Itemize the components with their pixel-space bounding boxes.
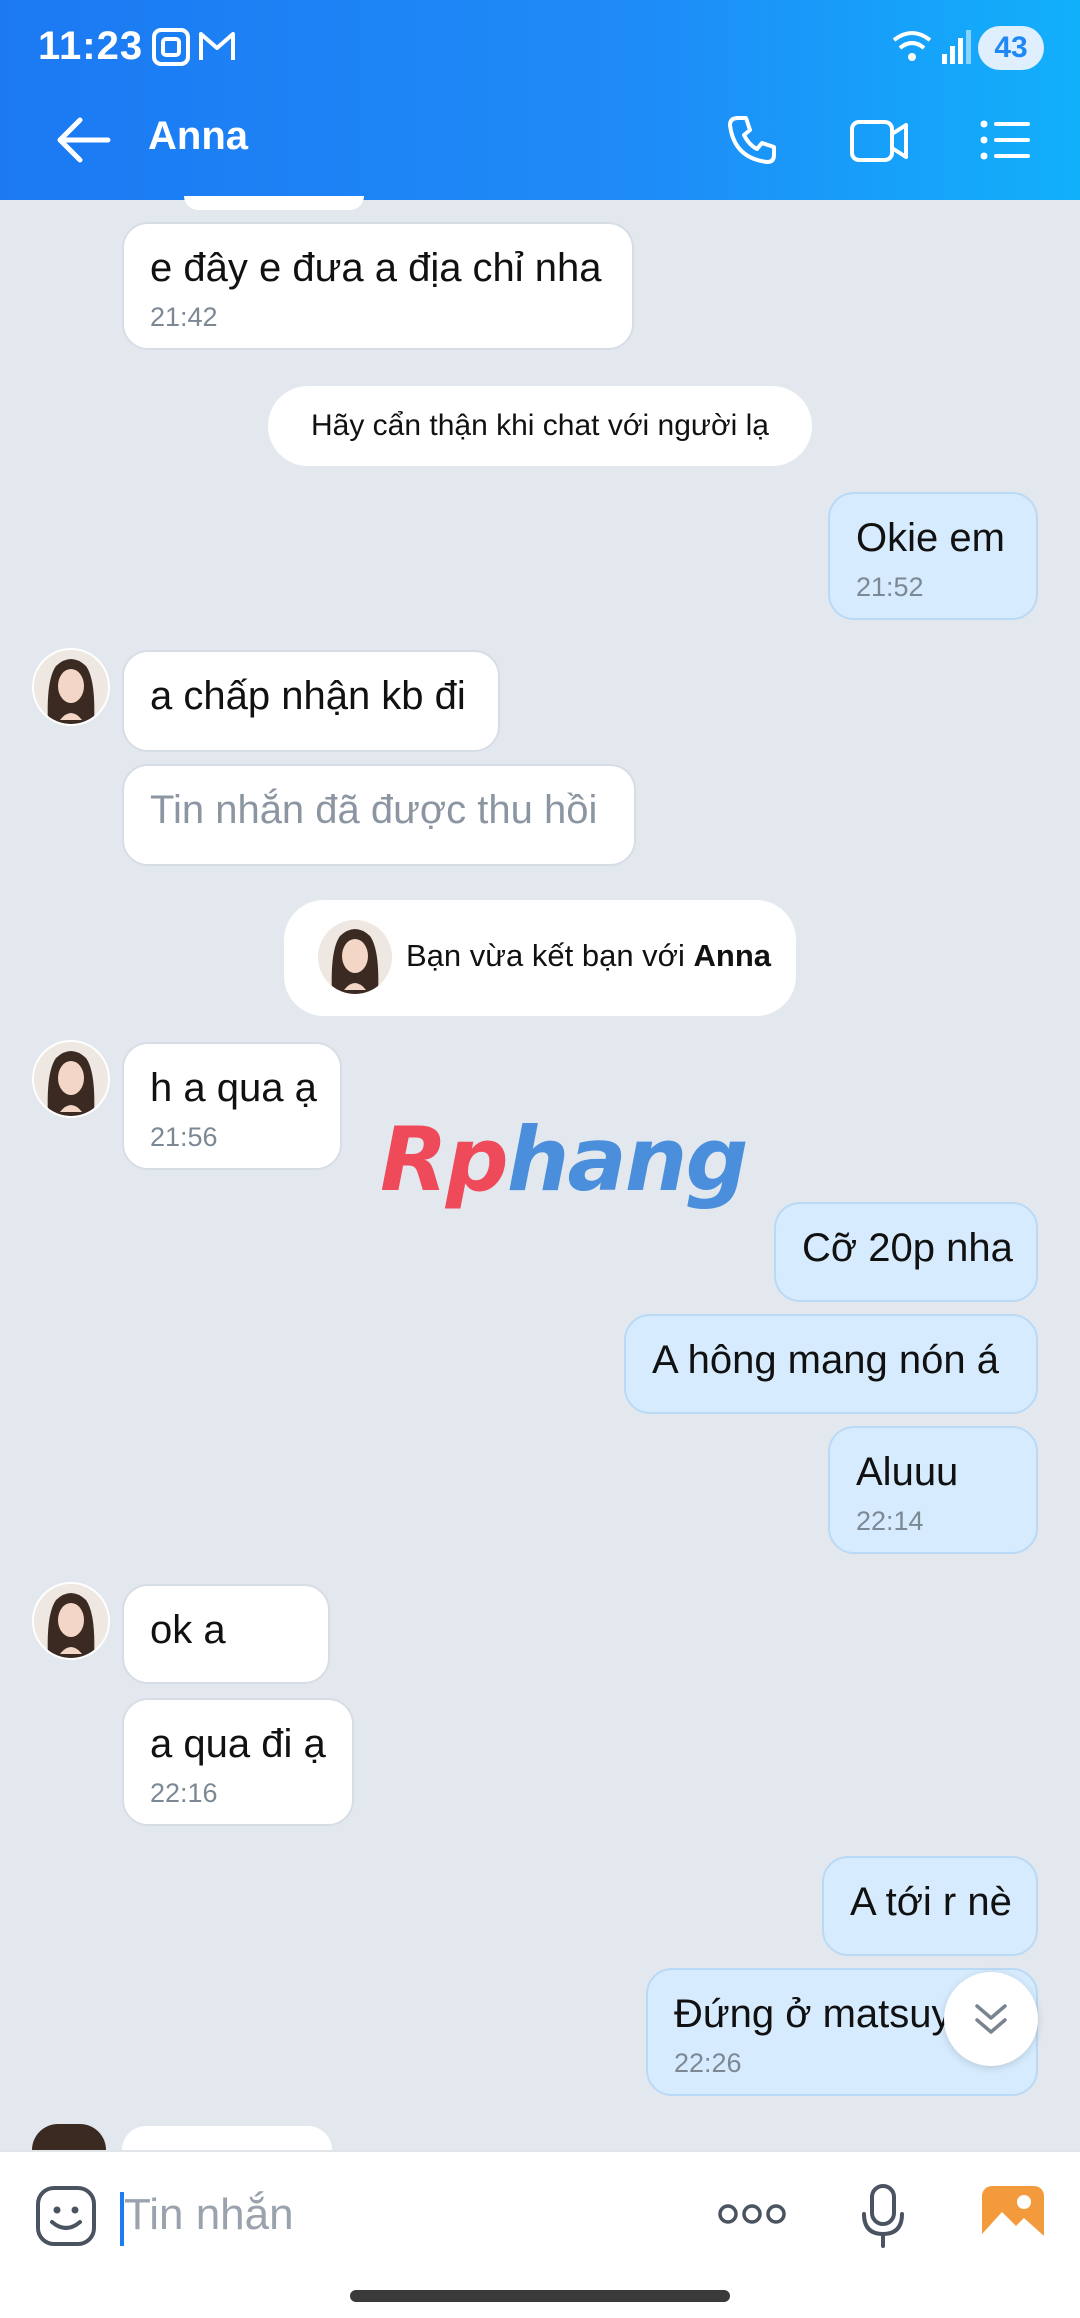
chevron-double-down-icon: [975, 2004, 1007, 2034]
scroll-to-bottom-button[interactable]: [944, 1972, 1038, 2066]
message-received[interactable]: a qua đi ạ 22:16: [122, 1698, 354, 1826]
avatar[interactable]: [32, 1040, 110, 1118]
message-time: 22:16: [150, 1778, 218, 1808]
wifi-icon: [892, 31, 932, 61]
back-arrow-icon[interactable]: [54, 112, 114, 168]
battery-indicator: 43: [978, 26, 1044, 70]
list-menu-icon[interactable]: [978, 112, 1034, 168]
message-text: a chấp nhận kb đi: [150, 674, 466, 718]
message-text: Cỡ 20p nha: [802, 1226, 1013, 1270]
message-received[interactable]: a chấp nhận kb đi: [122, 650, 500, 752]
avatar[interactable]: [32, 648, 110, 726]
video-call-icon[interactable]: [848, 112, 912, 168]
emoji-icon[interactable]: [34, 2184, 98, 2248]
avatar: [32, 2124, 106, 2150]
message-sent[interactable]: Aluuu 22:14: [828, 1426, 1038, 1554]
friend-notice-text: Bạn vừa kết bạn với Anna: [406, 938, 771, 974]
message-received[interactable]: ok a: [122, 1584, 330, 1684]
message-input-placeholder: Tin nhắn: [124, 2190, 294, 2239]
signal-icon: [942, 30, 971, 64]
message-text: ok a: [150, 1608, 226, 1652]
message-text: A hông mang nón á: [652, 1338, 999, 1382]
message-time: 22:14: [856, 1506, 924, 1536]
message-time: 21:42: [150, 302, 218, 332]
microphone-icon[interactable]: [858, 2182, 908, 2252]
message-text: A tới r nè: [850, 1880, 1012, 1924]
message-text: e đây e đưa a địa chỉ nha: [150, 246, 602, 290]
gallery-icon[interactable]: [980, 2184, 1046, 2246]
message-text: Okie em: [856, 516, 1005, 560]
message-text: a qua đi ạ: [150, 1722, 326, 1766]
friend-notice-prefix: Bạn vừa kết bạn với: [406, 938, 694, 973]
message-time: 21:56: [150, 1122, 218, 1152]
message-sent[interactable]: Okie em 21:52: [828, 492, 1038, 620]
message-sent[interactable]: A hông mang nón á: [624, 1314, 1038, 1414]
message-text: h a qua ạ: [150, 1066, 317, 1110]
message-received[interactable]: e đây e đưa a địa chỉ nha 21:42: [122, 222, 634, 350]
partial-message-bubble: [122, 2126, 332, 2150]
avatar: [318, 920, 392, 994]
avatar[interactable]: [32, 1582, 110, 1660]
status-bar-time: 11:23: [38, 24, 144, 68]
safety-warning-notice: Hãy cẩn thận khi chat với người lạ: [268, 386, 812, 466]
friend-notice-name: Anna: [693, 938, 772, 973]
friend-added-notice: Bạn vừa kết bạn với Anna: [284, 900, 796, 1016]
message-sent[interactable]: Cỡ 20p nha: [774, 1202, 1038, 1302]
phone-icon[interactable]: [724, 112, 780, 168]
message-text: Aluuu: [856, 1450, 959, 1494]
contact-name[interactable]: Anna: [148, 114, 248, 159]
message-time: 21:52: [856, 572, 924, 602]
watermark-logo: Rphang: [380, 1108, 748, 1211]
message-sent[interactable]: A tới r nè: [822, 1856, 1038, 1956]
screenshot-icon: [152, 28, 190, 66]
recalled-message[interactable]: Tin nhắn đã được thu hồi: [122, 764, 636, 866]
gmail-icon: [199, 32, 235, 60]
home-indicator[interactable]: [350, 2290, 730, 2302]
message-text: Tin nhắn đã được thu hồi: [150, 788, 598, 832]
more-dots-icon[interactable]: [716, 2200, 788, 2228]
message-received[interactable]: h a qua ạ 21:56: [122, 1042, 342, 1170]
partial-message-bubble: [184, 196, 364, 210]
